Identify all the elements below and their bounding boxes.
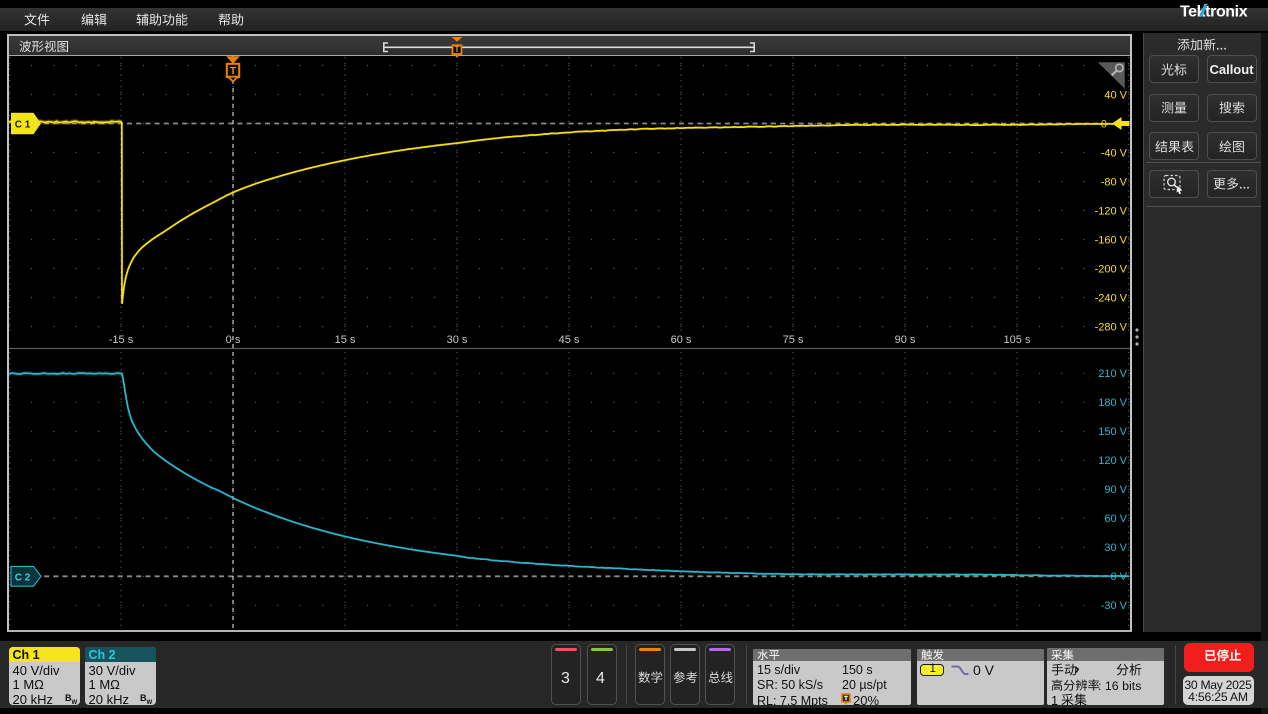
svg-text:120 V: 120 V (1098, 455, 1127, 467)
svg-text:210 V: 210 V (1098, 368, 1127, 380)
svg-text:0: 0 (1101, 118, 1107, 130)
svg-text:Tektronix: Tektronix (1180, 4, 1248, 21)
svg-text:45 s: 45 s (559, 334, 580, 346)
svg-text:-280 V: -280 V (1095, 321, 1128, 333)
svg-text:T: T (230, 66, 236, 77)
svg-text:-240 V: -240 V (1095, 292, 1128, 304)
svg-text:T: T (455, 45, 460, 54)
svg-text:90 s: 90 s (895, 334, 916, 346)
svg-text:-120 V: -120 V (1095, 205, 1128, 217)
svg-text:C 2: C 2 (15, 572, 31, 583)
svg-text:60 V: 60 V (1104, 513, 1127, 525)
svg-text:90 V: 90 V (1104, 484, 1127, 496)
svg-text:0 V: 0 V (1110, 571, 1127, 583)
svg-text:30 V: 30 V (1104, 542, 1127, 554)
svg-text:15 s: 15 s (335, 334, 356, 346)
svg-text:150 V: 150 V (1098, 426, 1127, 438)
svg-text:-160 V: -160 V (1095, 234, 1128, 246)
svg-text:75 s: 75 s (783, 334, 804, 346)
svg-text:C 1: C 1 (15, 120, 31, 131)
svg-text:-200 V: -200 V (1095, 263, 1128, 275)
svg-text:40 V: 40 V (1104, 89, 1127, 101)
svg-text:-80 V: -80 V (1101, 176, 1128, 188)
svg-text:180 V: 180 V (1098, 397, 1127, 409)
svg-text:-30 V: -30 V (1101, 600, 1128, 612)
svg-text:-40 V: -40 V (1101, 147, 1128, 159)
svg-text:-15 s: -15 s (109, 334, 134, 346)
svg-text:60 s: 60 s (671, 334, 692, 346)
svg-text:30 s: 30 s (447, 334, 468, 346)
svg-text:105 s: 105 s (1004, 334, 1031, 346)
